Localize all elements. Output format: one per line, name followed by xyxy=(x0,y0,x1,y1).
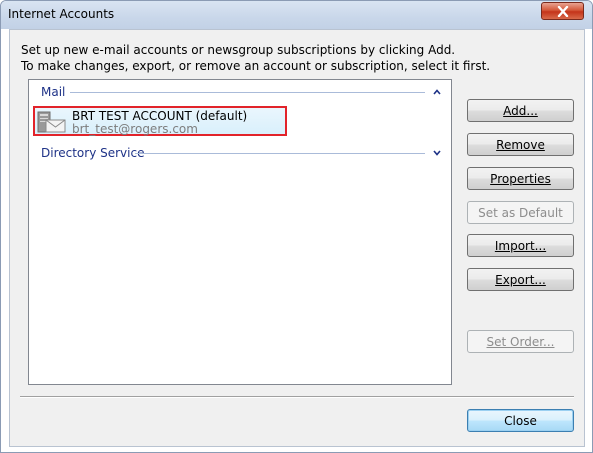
close-button[interactable]: Close xyxy=(467,409,574,432)
instruction-line-2: To make changes, export, or remove an ac… xyxy=(21,59,491,73)
chevron-down-icon[interactable] xyxy=(432,148,442,158)
account-name: BRT TEST ACCOUNT (default) xyxy=(72,109,248,123)
group-divider-mail xyxy=(70,92,425,93)
mail-account-icon xyxy=(37,111,66,133)
chevron-up-icon[interactable] xyxy=(432,87,442,97)
accounts-list[interactable]: Mail BRT TEST ACCOUNT (default) brt_test… xyxy=(28,79,452,385)
set-as-default-button[interactable]: Set as Default xyxy=(467,201,574,224)
group-header-mail[interactable]: Mail xyxy=(41,84,65,100)
internet-accounts-dialog: Internet Accounts Set up new e-mail acco… xyxy=(0,0,593,453)
account-email: brt_test@rogers.com xyxy=(72,122,198,136)
window-close-button[interactable] xyxy=(541,2,584,20)
instruction-line-1: Set up new e-mail accounts or newsgroup … xyxy=(21,43,456,57)
remove-button[interactable]: Remove xyxy=(467,133,574,156)
group-label-mail: Mail xyxy=(41,85,66,99)
title-bar[interactable]: Internet Accounts xyxy=(1,1,592,29)
instructions: Set up new e-mail accounts or newsgroup … xyxy=(21,42,490,74)
close-icon xyxy=(557,5,568,17)
footer-separator xyxy=(20,396,574,398)
add-button[interactable]: Add... xyxy=(467,99,574,122)
export-button[interactable]: Export... xyxy=(467,268,574,291)
group-label-directory-service: Directory Service xyxy=(41,146,145,160)
group-header-directory-service[interactable]: Directory Service xyxy=(41,145,144,161)
account-row-selected[interactable]: BRT TEST ACCOUNT (default) brt_test@roge… xyxy=(33,106,287,136)
window-title: Internet Accounts xyxy=(8,7,115,21)
set-order-button[interactable]: Set Order... xyxy=(467,330,574,353)
dialog-content: Set up new e-mail accounts or newsgroup … xyxy=(9,29,585,447)
group-divider-directory-service xyxy=(135,153,425,154)
properties-button[interactable]: Properties xyxy=(467,167,574,190)
import-button[interactable]: Import... xyxy=(467,234,574,257)
